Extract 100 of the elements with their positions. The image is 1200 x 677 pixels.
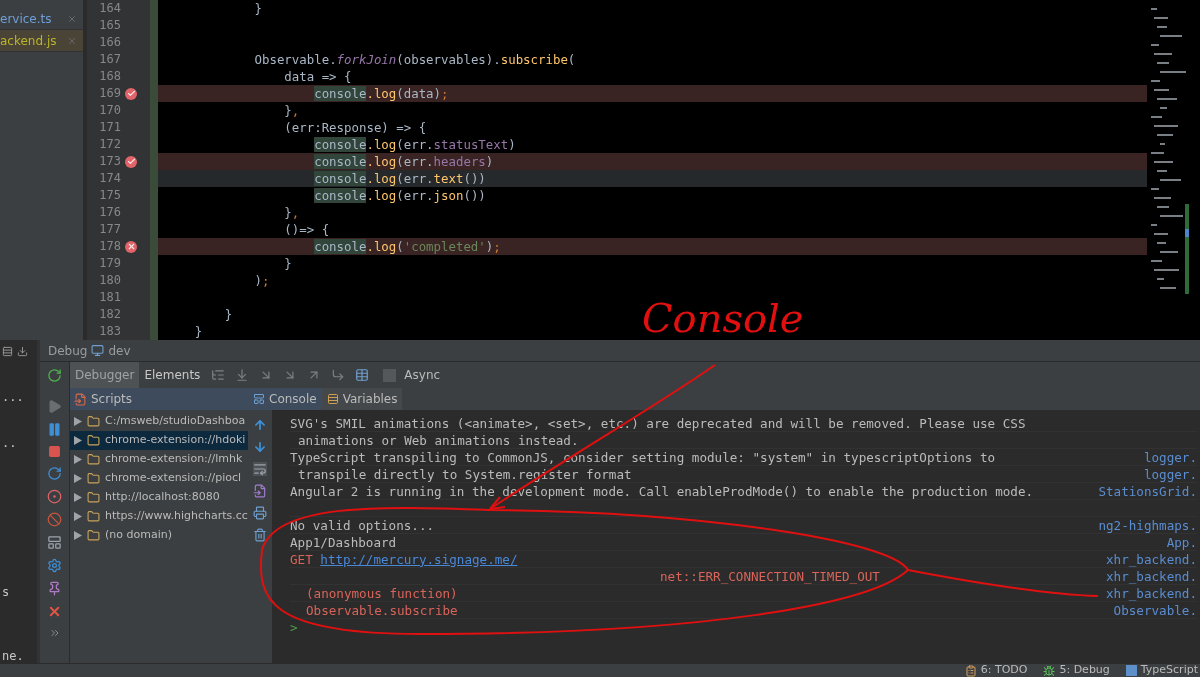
console-message: No valid options... [290, 516, 435, 534]
line-number: 178 [98, 238, 121, 255]
output-text: ... [1, 390, 25, 404]
stack-frame[interactable]: Observable.subscribe [290, 601, 458, 619]
script-tree-item[interactable]: http://localhost:8080 [70, 488, 248, 507]
line-number: 172 [98, 136, 121, 153]
close-icon[interactable] [67, 13, 77, 24]
line-number: 168 [98, 68, 121, 85]
breakpoint-icon[interactable] [125, 155, 137, 168]
mute-breakpoints-icon[interactable] [47, 512, 62, 527]
source-link[interactable]: logger. [1143, 448, 1197, 466]
line-number: 164 [98, 0, 121, 17]
download-icon[interactable] [17, 346, 28, 357]
line-number: 175 [98, 187, 121, 204]
expand-arrow-icon[interactable] [74, 474, 82, 483]
line-number: 165 [98, 17, 121, 34]
layout-icon[interactable] [47, 535, 62, 550]
trash-icon[interactable] [253, 528, 267, 542]
line-number: 183 [98, 323, 121, 340]
folder-icon [87, 491, 100, 504]
console-error: GET http://mercury.signage.me/ [290, 550, 518, 568]
line-number: 167 [98, 51, 121, 68]
script-tree-item[interactable]: chrome-extension://piocl [70, 469, 248, 488]
evaluate-icon[interactable] [355, 368, 370, 382]
run-to-cursor-icon[interactable] [331, 368, 346, 382]
layout-icon[interactable] [2, 346, 13, 357]
settings-icon[interactable] [47, 558, 62, 573]
rerun-icon[interactable] [47, 368, 62, 383]
source-link[interactable]: App. [1166, 533, 1197, 551]
script-tree-item[interactable]: C:/msweb/studioDashboa [70, 412, 248, 431]
output-text: ne. [1, 649, 25, 663]
script-tree-item[interactable]: https://www.highcharts.cc [70, 507, 248, 526]
status-bar-tool[interactable]: 6: TODO [964, 662, 1028, 677]
scripts-icon [74, 392, 87, 406]
folder-icon [87, 415, 100, 428]
todo-icon [964, 664, 977, 677]
console-icon [253, 393, 265, 405]
line-number: 173 [98, 153, 121, 170]
line-number: 176 [98, 204, 121, 221]
run-config-label: dev [108, 342, 131, 360]
stop-icon[interactable] [48, 445, 61, 458]
source-link[interactable]: Observable. [1113, 601, 1197, 619]
console-link[interactable]: http://mercury.signage.me/ [320, 551, 518, 567]
resume-icon[interactable] [47, 399, 62, 414]
line-number: 166 [98, 34, 121, 51]
script-tree-item[interactable]: chrome-extension://lmhk [70, 450, 248, 469]
status-bar-tool[interactable]: 5: Debug [1043, 662, 1110, 677]
breakpoint-icon[interactable] [125, 240, 137, 253]
import-icon[interactable] [253, 484, 267, 498]
panel-title: Debug [48, 342, 88, 360]
print-icon[interactable] [253, 506, 267, 520]
source-link[interactable]: ng2-highmaps. [1098, 516, 1197, 534]
console-tab[interactable]: Console [248, 388, 322, 410]
expand-arrow-icon[interactable] [74, 455, 82, 464]
close-icon[interactable] [67, 35, 77, 46]
line-number: 181 [98, 289, 121, 306]
folder-icon [87, 529, 100, 542]
soft-wrap-icon[interactable] [253, 462, 267, 476]
source-link[interactable]: logger. [1143, 465, 1197, 483]
source-link[interactable]: xhr_backend. [1106, 584, 1197, 602]
async-checkbox[interactable]: Async [383, 366, 441, 384]
folder-icon [87, 453, 100, 466]
debug-tab[interactable]: Debugger [70, 362, 140, 388]
console-message: animations or Web animations instead. [297, 431, 579, 449]
script-tree-item[interactable]: chrome-extension://hdoki [70, 431, 248, 450]
stack-frame[interactable]: (anonymous function) [290, 584, 458, 602]
line-number: 171 [98, 119, 121, 136]
source-link[interactable]: xhr_backend. [1106, 567, 1197, 585]
file-tab[interactable]: ackend.js [0, 30, 83, 52]
variables-icon [326, 393, 339, 405]
console-prompt: > [290, 619, 298, 636]
panel-title: Scripts [91, 391, 133, 408]
typescript-file-icon [1125, 665, 1137, 676]
status-bar-tool[interactable]: TypeScript [1125, 662, 1198, 677]
expand-arrow-icon[interactable] [74, 436, 82, 445]
folder-icon [87, 472, 100, 485]
breakpoints-icon[interactable] [47, 489, 62, 504]
source-link[interactable]: StationsGrid. [1098, 482, 1197, 500]
expand-arrow-icon[interactable] [74, 493, 82, 502]
output-text: .. [1, 436, 18, 450]
reload-icon[interactable] [47, 466, 62, 481]
run-config-icon [91, 344, 105, 357]
pause-icon[interactable] [47, 422, 62, 437]
step-over-icon[interactable] [235, 368, 250, 382]
output-text: s [1, 585, 11, 599]
more-icon[interactable] [48, 627, 61, 639]
pin-icon[interactable] [47, 581, 62, 596]
console-tab[interactable]: Variables [321, 388, 403, 410]
line-number: 177 [98, 221, 121, 238]
line-number: 182 [98, 306, 121, 323]
script-tree-item[interactable]: (no domain) [70, 526, 248, 545]
source-link[interactable]: xhr_backend. [1106, 550, 1197, 568]
breakpoint-icon[interactable] [125, 87, 137, 100]
close-icon[interactable] [47, 604, 62, 619]
expand-arrow-icon[interactable] [74, 512, 82, 521]
line-number: 170 [98, 102, 121, 119]
expand-arrow-icon[interactable] [74, 417, 82, 426]
line-number: 174 [98, 170, 121, 187]
show-execution-point-icon[interactable] [211, 368, 226, 382]
expand-arrow-icon[interactable] [74, 531, 82, 540]
